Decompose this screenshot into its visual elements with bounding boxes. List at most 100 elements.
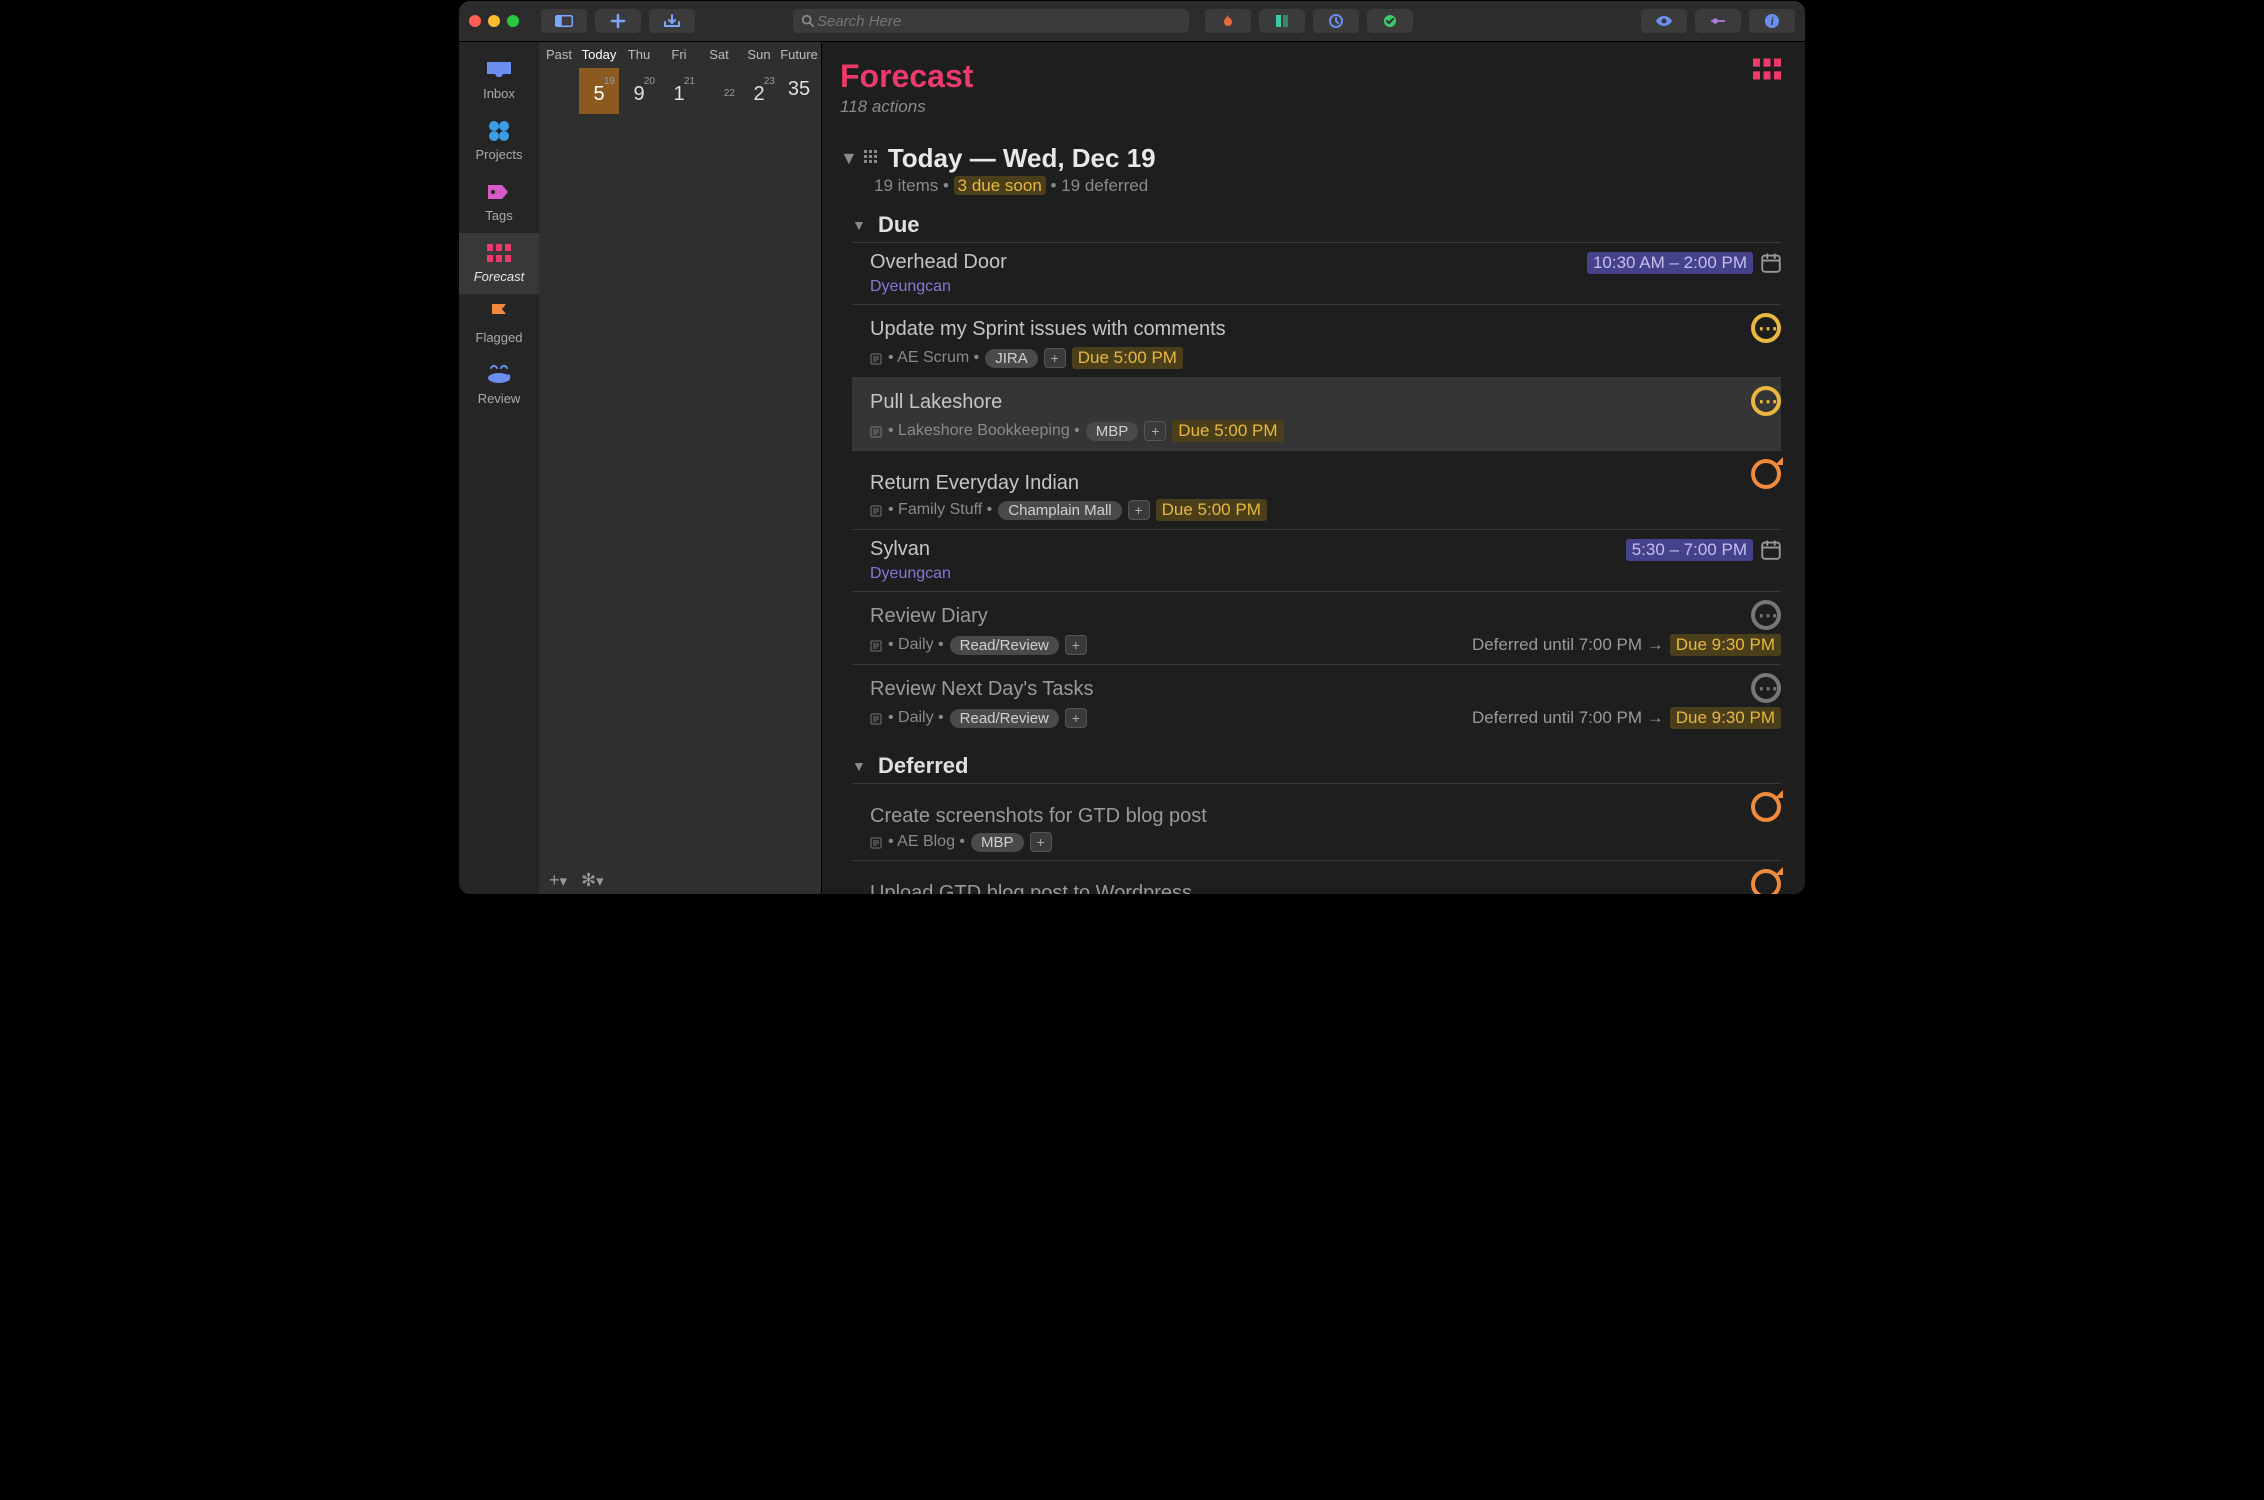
filter-remaining-button[interactable]	[1313, 9, 1359, 33]
grid-icon	[864, 148, 878, 169]
filter-buttons	[1205, 9, 1413, 33]
minimize-icon[interactable]	[488, 15, 500, 27]
zoom-icon[interactable]	[507, 15, 519, 27]
task-row[interactable]: Review Diary⋯• Daily •Read/Review+Deferr…	[852, 591, 1781, 664]
quick-entry-button[interactable]	[649, 9, 695, 33]
sidebar-item-projects[interactable]: Projects	[459, 111, 539, 172]
cal-day[interactable]: 22	[699, 68, 739, 114]
cal-header[interactable]: Sat	[699, 42, 739, 68]
repeat-status-icon[interactable]: ⋯	[1751, 600, 1781, 630]
calendar-icon	[1761, 540, 1781, 560]
settings-gear-button[interactable]: ✻▾	[581, 870, 604, 891]
review-icon	[485, 365, 513, 385]
repeat-status-icon[interactable]: ⋯	[1751, 673, 1781, 703]
repeat-status-icon[interactable]: ⋯	[1751, 386, 1781, 416]
perspective-sidebar: Inbox Projects Tags Forecast Flagged Rev…	[459, 42, 539, 894]
task-row[interactable]: Overhead Door10:30 AM – 2:00 PMDyeungcan	[852, 242, 1781, 304]
new-action-button[interactable]	[595, 9, 641, 33]
project-link[interactable]: Dyeungcan	[870, 278, 951, 296]
day-header[interactable]: ▼ Today — Wed, Dec 19	[840, 143, 1781, 174]
project-label[interactable]: • Daily •	[888, 636, 944, 654]
note-icon	[870, 425, 882, 437]
section-header-deferred[interactable]: ▼ Deferred	[852, 753, 1781, 779]
task-title: Update my Sprint issues with comments	[870, 318, 1226, 341]
note-icon	[870, 639, 882, 651]
search-field[interactable]	[793, 9, 1189, 33]
cal-day[interactable]: 232	[739, 68, 779, 114]
project-label[interactable]: • AE Scrum •	[888, 349, 979, 367]
sidebar-item-inbox[interactable]: Inbox	[459, 50, 539, 111]
add-perspective-button[interactable]: +▾	[549, 870, 567, 891]
search-input[interactable]	[815, 12, 1181, 31]
sidebar-item-tags[interactable]: Tags	[459, 172, 539, 233]
due-section: ▼ Due Overhead Door10:30 AM – 2:00 PMDye…	[852, 212, 1781, 737]
tag-pill[interactable]: Champlain Mall	[998, 501, 1121, 520]
flagged-status-icon[interactable]	[1751, 869, 1781, 894]
task-row[interactable]: Upload GTD blog post to Wordpress• AE Bl…	[852, 860, 1781, 894]
filter-all-button[interactable]	[1367, 9, 1413, 33]
task-row[interactable]: Create screenshots for GTD blog post• AE…	[852, 783, 1781, 860]
project-label[interactable]: • AE Blog •	[888, 833, 965, 851]
add-tag-button[interactable]: +	[1065, 635, 1087, 655]
cal-day-today[interactable]: 195	[579, 68, 619, 114]
task-row[interactable]: Pull Lakeshore⋯• Lakeshore Bookkeeping •…	[852, 377, 1781, 450]
cal-day[interactable]: 211	[659, 68, 699, 114]
calendar-header-row: Past Today Thu Fri Sat Sun Future	[539, 42, 821, 68]
due-soon-badge: 3 due soon	[954, 176, 1046, 195]
cal-header[interactable]: Past	[539, 42, 579, 68]
flagged-status-icon[interactable]	[1751, 792, 1781, 822]
flagged-status-icon[interactable]	[1751, 459, 1781, 489]
cal-header[interactable]: Fri	[659, 42, 699, 68]
view-layout-button[interactable]	[1753, 58, 1781, 85]
due-badge: Due 5:00 PM	[1072, 347, 1183, 369]
section-header-due[interactable]: ▼ Due	[852, 212, 1781, 238]
focus-button[interactable]	[1641, 9, 1687, 33]
task-row[interactable]: Update my Sprint issues with comments ⋯ • …	[852, 304, 1781, 377]
project-label[interactable]: • Lakeshore Bookkeeping •	[888, 422, 1080, 440]
project-label[interactable]: • Family Stuff •	[888, 501, 992, 519]
cal-day-past[interactable]	[539, 68, 579, 114]
add-tag-button[interactable]: +	[1030, 832, 1052, 852]
view-options-button[interactable]	[1695, 9, 1741, 33]
tag-pill[interactable]: JIRA	[985, 349, 1038, 368]
close-icon[interactable]	[469, 15, 481, 27]
add-tag-button[interactable]: +	[1144, 421, 1166, 441]
inspector-button[interactable]: i	[1749, 9, 1795, 33]
tag-pill[interactable]: Read/Review	[950, 636, 1059, 655]
calendar-column: Past Today Thu Fri Sat Sun Future 195 20…	[539, 42, 822, 894]
sidebar-item-review[interactable]: Review	[459, 355, 539, 416]
filter-fire-button[interactable]	[1205, 9, 1251, 33]
page-title: Forecast	[840, 58, 973, 95]
task-row[interactable]: Review Next Day's Tasks⋯• Daily •Read/Re…	[852, 664, 1781, 737]
cal-day-future[interactable]: 35	[779, 68, 819, 114]
tag-pill[interactable]: MBP	[971, 833, 1024, 852]
project-label[interactable]: • Daily •	[888, 709, 944, 727]
toggle-sidebar-button[interactable]	[541, 9, 587, 33]
disclosure-triangle-icon[interactable]: ▼	[852, 217, 866, 233]
repeat-status-icon[interactable]: ⋯	[1751, 313, 1781, 343]
tag-pill[interactable]: MBP	[1086, 422, 1139, 441]
view-buttons: i	[1641, 9, 1795, 33]
toolbar: i	[459, 1, 1805, 42]
disclosure-triangle-icon[interactable]: ▼	[840, 148, 858, 169]
sidebar-item-forecast[interactable]: Forecast	[459, 233, 539, 294]
disclosure-triangle-icon[interactable]: ▼	[852, 758, 866, 774]
cal-header[interactable]: Sun	[739, 42, 779, 68]
clock-icon	[1327, 13, 1345, 29]
add-tag-button[interactable]: +	[1044, 348, 1066, 368]
sidebar-label: Inbox	[483, 86, 515, 101]
add-tag-button[interactable]: +	[1128, 500, 1150, 520]
sidebar-item-flagged[interactable]: Flagged	[459, 294, 539, 355]
filter-available-button[interactable]	[1259, 9, 1305, 33]
add-tag-button[interactable]: +	[1065, 708, 1087, 728]
task-row[interactable]: Return Everyday Indian• Family Stuff •Ch…	[852, 450, 1781, 529]
cal-header[interactable]: Today	[579, 42, 619, 68]
task-row[interactable]: Sylvan5:30 – 7:00 PMDyeungcan	[852, 529, 1781, 591]
cal-header[interactable]: Thu	[619, 42, 659, 68]
cal-header[interactable]: Future	[779, 42, 819, 68]
project-link[interactable]: Dyeungcan	[870, 565, 951, 583]
cal-day[interactable]: 209	[619, 68, 659, 114]
tag-pill[interactable]: Read/Review	[950, 709, 1059, 728]
forecast-icon	[485, 243, 513, 263]
sidebar-label: Tags	[485, 208, 512, 223]
